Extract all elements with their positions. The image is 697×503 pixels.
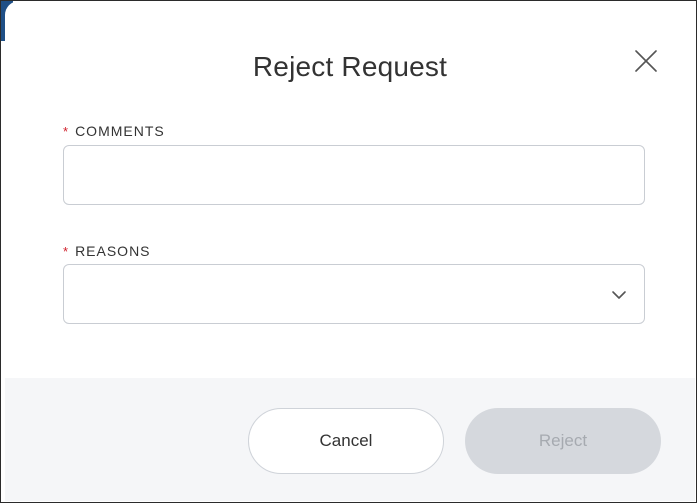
comments-input[interactable] bbox=[64, 146, 644, 204]
reasons-select[interactable] bbox=[63, 264, 645, 324]
comments-label: * COMMENTS bbox=[63, 123, 165, 139]
close-icon bbox=[635, 50, 657, 72]
dialog-title: Reject Request bbox=[252, 51, 448, 82]
dialog-footer: Cancel Reject bbox=[5, 378, 695, 501]
close-button[interactable] bbox=[632, 47, 660, 75]
comments-label-text: COMMENTS bbox=[75, 123, 165, 139]
required-marker: * bbox=[63, 124, 70, 139]
reject-request-dialog: Reject Request * COMMENTS * REASONS Cancel… bbox=[5, 1, 695, 501]
reasons-label-text: REASONS bbox=[75, 243, 151, 259]
required-marker: * bbox=[63, 244, 70, 259]
comments-field-wrapper bbox=[63, 145, 645, 205]
cancel-button[interactable]: Cancel bbox=[248, 408, 444, 474]
reasons-label: * REASONS bbox=[63, 243, 151, 259]
chevron-down-icon bbox=[612, 291, 626, 299]
reject-button[interactable]: Reject bbox=[465, 408, 661, 474]
modal-frame: Reject Request * COMMENTS * REASONS Cancel… bbox=[0, 0, 697, 503]
